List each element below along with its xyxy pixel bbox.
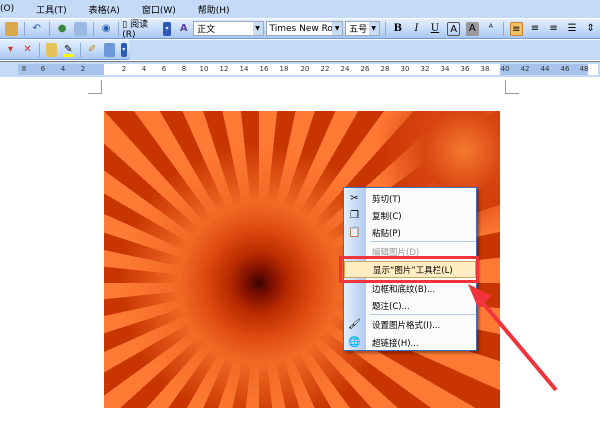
annotation-arrow [468,284,558,392]
